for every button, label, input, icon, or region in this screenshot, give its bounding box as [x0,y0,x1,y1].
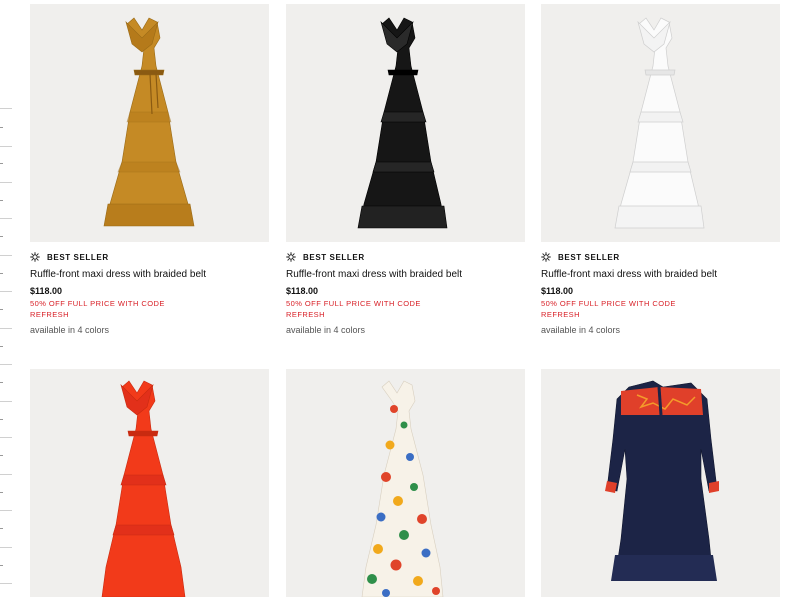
filter-sidebar-edge [0,100,12,597]
dress-figure [357,17,448,229]
dress-figure [101,380,186,597]
product-price: $118.00 [30,286,63,296]
product-name-link[interactable]: Ruffle-front maxi dress with braided bel… [286,269,462,281]
product-image[interactable] [286,4,525,242]
dress-figure [614,17,705,229]
color-count-link[interactable]: available in 4 colors [30,325,206,336]
sun-badge-icon [30,252,40,262]
best-seller-badge: BEST SELLER [303,252,365,262]
color-count-link[interactable]: available in 4 colors [541,325,717,336]
product-image[interactable] [541,369,780,597]
promo-text: 50% OFF FULL PRICE WITH CODE REFRESH [30,299,165,319]
color-count-link[interactable]: available in 4 colors [286,325,462,336]
dress-figure [605,380,719,581]
promo-text: 50% OFF FULL PRICE WITH CODE REFRESH [541,299,676,319]
best-seller-badge: BEST SELLER [558,252,620,262]
product-name-link[interactable]: Ruffle-front maxi dress with braided bel… [30,269,206,281]
product-image[interactable] [286,369,525,597]
sun-badge-icon [286,252,296,262]
product-image[interactable] [30,4,269,242]
product-price: $118.00 [286,286,319,296]
sun-badge-icon [541,252,551,262]
product-image[interactable] [541,4,780,242]
best-seller-badge: BEST SELLER [47,252,109,262]
promo-text: 50% OFF FULL PRICE WITH CODE REFRESH [286,299,421,319]
dress-figure [103,17,195,227]
product-name-link[interactable]: Ruffle-front maxi dress with braided bel… [541,269,717,281]
product-image[interactable] [30,369,269,597]
dress-figure [361,380,444,597]
product-price: $118.00 [541,286,574,296]
